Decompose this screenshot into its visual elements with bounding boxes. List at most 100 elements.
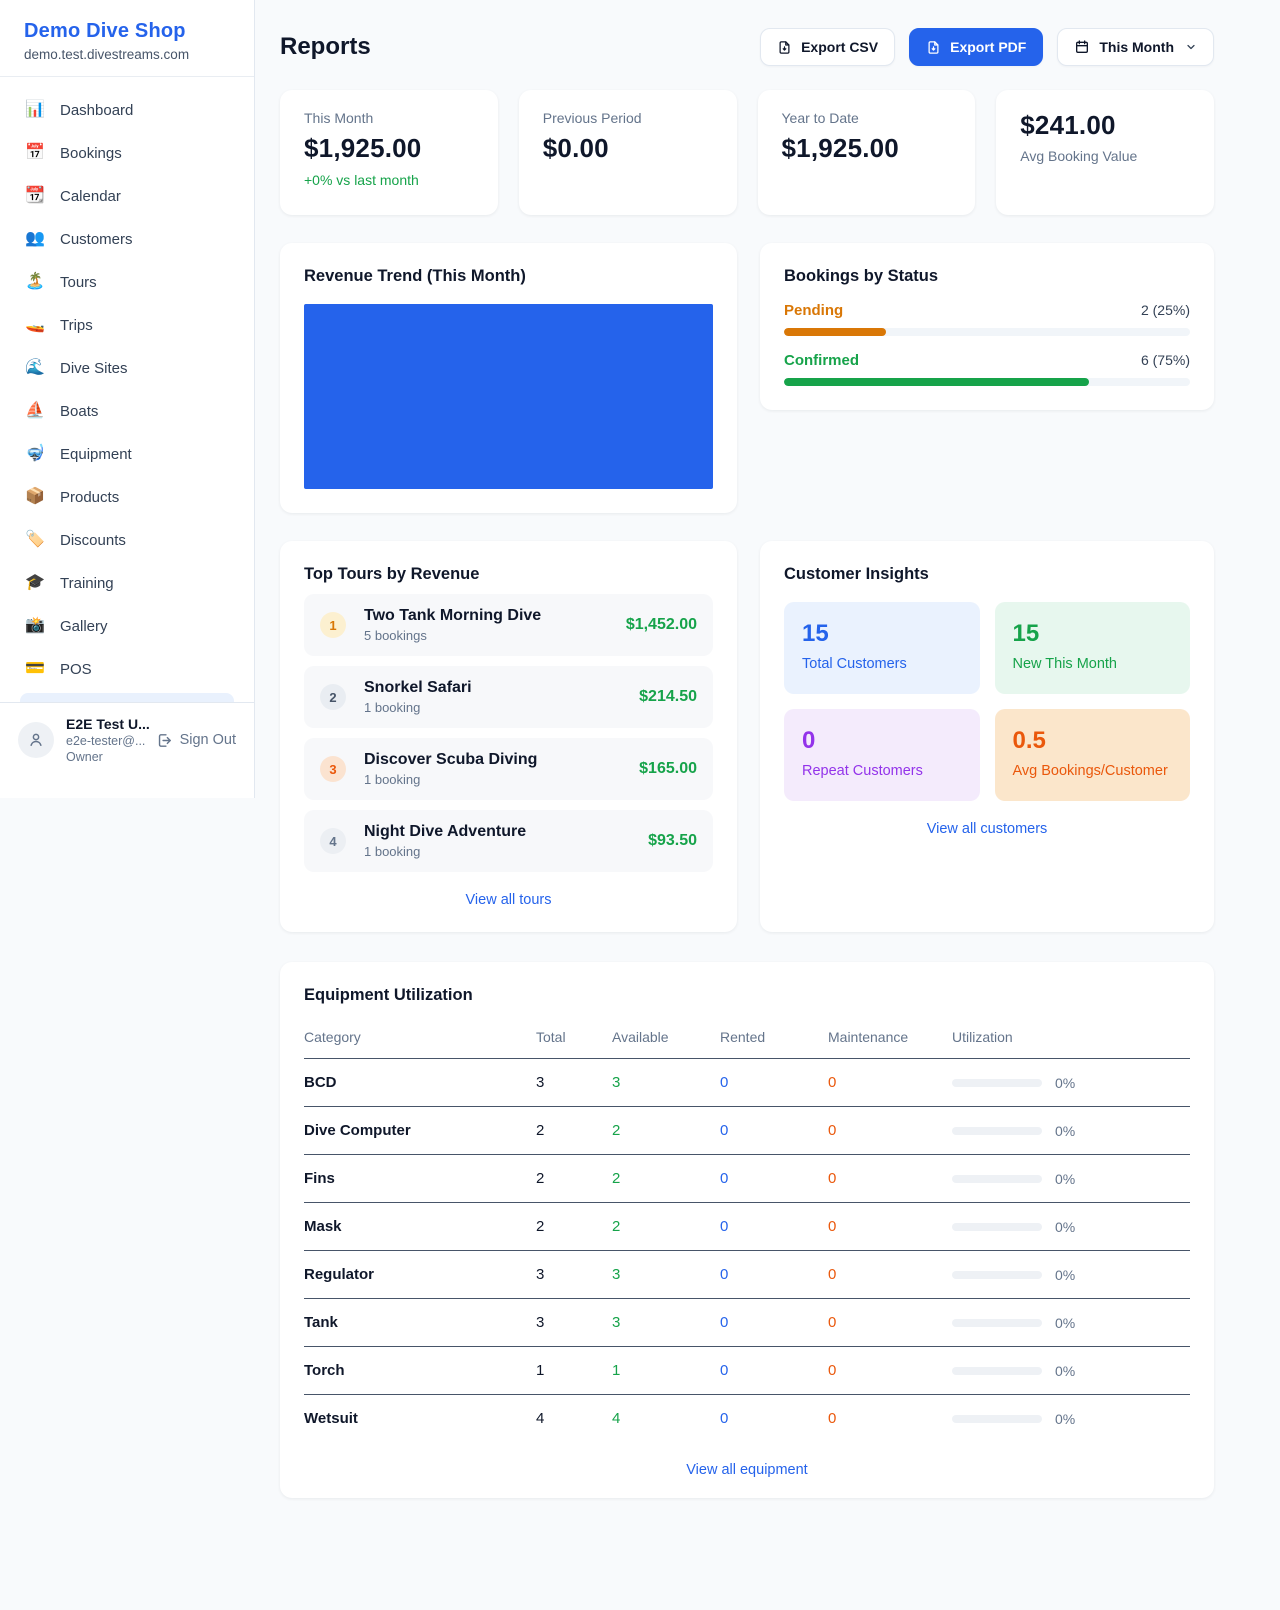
cell-category: BCD bbox=[304, 1074, 536, 1091]
user-section: E2E Test U... e2e-tester@... Owner Sign … bbox=[0, 702, 254, 782]
sidebar-nav: 📊Dashboard 📅Bookings 📆Calendar 👥 Customer… bbox=[0, 77, 254, 702]
sidebar-item-trips[interactable]: 🚤 Trips bbox=[12, 306, 242, 344]
top-tours-card: Top Tours by Revenue 1 Two Tank Morning … bbox=[280, 541, 737, 932]
stat-cards: This Month $1,925.00 +0% vs last month P… bbox=[280, 90, 1214, 215]
cell-total: 3 bbox=[536, 1074, 612, 1091]
cell-total: 2 bbox=[536, 1122, 612, 1139]
view-all-customers-link[interactable]: View all customers bbox=[784, 821, 1190, 837]
period-selector[interactable]: This Month bbox=[1057, 28, 1214, 66]
status-count-pending: 2 (25%) bbox=[1141, 302, 1190, 318]
tour-row: 2 Snorkel Safari 1 booking $214.50 bbox=[304, 666, 713, 728]
cell-category: Wetsuit bbox=[304, 1410, 536, 1427]
sidebar-item-label: Gallery bbox=[60, 618, 108, 635]
tile-new-this-month: 15 New This Month bbox=[995, 602, 1191, 694]
speedboat-icon: 🚤 bbox=[24, 315, 46, 335]
sidebar-item-label: Customers bbox=[60, 231, 133, 248]
bookings-by-status-title: Bookings by Status bbox=[784, 267, 1190, 286]
sidebar-item-dive-sites[interactable]: 🌊Dive Sites bbox=[12, 349, 242, 387]
utilization-percent: 0% bbox=[1055, 1123, 1075, 1139]
pending-bar-fill bbox=[784, 328, 886, 336]
sidebar-item-label: Equipment bbox=[60, 446, 132, 463]
sidebar-item-label: POS bbox=[60, 661, 92, 678]
cell-maintenance: 0 bbox=[828, 1410, 952, 1427]
cell-rented: 0 bbox=[720, 1314, 828, 1331]
cell-rented: 0 bbox=[720, 1170, 828, 1187]
sidebar-item-dashboard[interactable]: 📊Dashboard bbox=[12, 91, 242, 129]
sidebar-item-boats[interactable]: ⛵Boats bbox=[12, 392, 242, 430]
cell-utilization: 0% bbox=[952, 1267, 1190, 1283]
table-row: Torch 1 1 0 0 0% bbox=[304, 1347, 1190, 1395]
user-email: e2e-tester@... bbox=[66, 734, 156, 748]
cell-rented: 0 bbox=[720, 1122, 828, 1139]
export-pdf-button[interactable]: Export PDF bbox=[909, 28, 1043, 66]
sidebar-item-products[interactable]: 📦Products bbox=[12, 478, 242, 516]
cell-available: 3 bbox=[612, 1074, 720, 1091]
tile-avg-bookings-per-customer: 0.5 Avg Bookings/Customer bbox=[995, 709, 1191, 801]
view-all-equipment-link[interactable]: View all equipment bbox=[304, 1462, 1190, 1478]
sidebar-item-customers[interactable]: 👥 Customers bbox=[12, 220, 242, 258]
cell-total: 4 bbox=[536, 1410, 612, 1427]
tour-row: 3 Discover Scuba Diving 1 booking $165.0… bbox=[304, 738, 713, 800]
sidebar-item-discounts[interactable]: 🏷️Discounts bbox=[12, 521, 242, 559]
sidebar-item-reports-partial[interactable] bbox=[20, 693, 234, 702]
brand: Demo Dive Shop demo.test.divestreams.com bbox=[0, 0, 254, 77]
sidebar-item-label: Products bbox=[60, 489, 119, 506]
tour-amount: $214.50 bbox=[639, 688, 697, 706]
stat-value: $0.00 bbox=[543, 133, 713, 164]
cell-available: 2 bbox=[612, 1218, 720, 1235]
revenue-trend-chart bbox=[304, 304, 713, 489]
sidebar-item-gallery[interactable]: 📸 Gallery bbox=[12, 607, 242, 645]
cell-maintenance: 0 bbox=[828, 1218, 952, 1235]
utilization-bar-track bbox=[952, 1127, 1042, 1135]
sidebar-item-tours[interactable]: 🏝️Tours bbox=[12, 263, 242, 301]
camera-icon: 📸 bbox=[24, 616, 46, 636]
tile-label: Total Customers bbox=[802, 656, 962, 672]
user-role: Owner bbox=[66, 750, 156, 764]
cell-category: Mask bbox=[304, 1218, 536, 1235]
tour-amount: $1,452.00 bbox=[626, 616, 697, 634]
page-header: Reports Export CSV Export PDF This Month bbox=[280, 28, 1214, 66]
sidebar-item-label: Tours bbox=[60, 274, 97, 291]
stat-value: $1,925.00 bbox=[782, 133, 952, 164]
tour-bookings: 1 booking bbox=[364, 844, 648, 859]
tour-meta: Two Tank Morning Dive 5 bookings bbox=[364, 607, 626, 643]
cell-maintenance: 0 bbox=[828, 1122, 952, 1139]
sign-out-button[interactable]: Sign Out bbox=[156, 732, 236, 749]
customer-insights-title: Customer Insights bbox=[784, 565, 1190, 584]
tile-value: 15 bbox=[1013, 620, 1173, 648]
credit-card-icon: 💳 bbox=[24, 659, 46, 679]
cell-utilization: 0% bbox=[952, 1411, 1190, 1427]
tour-name: Snorkel Safari bbox=[364, 679, 639, 697]
sidebar-item-label: Dive Sites bbox=[60, 360, 128, 377]
view-all-tours-link[interactable]: View all tours bbox=[304, 892, 713, 908]
file-export-icon bbox=[926, 40, 941, 55]
sign-out-icon bbox=[156, 732, 173, 749]
tile-label: Avg Bookings/Customer bbox=[1013, 763, 1173, 779]
sidebar-item-label: Calendar bbox=[60, 188, 121, 205]
utilization-percent: 0% bbox=[1055, 1363, 1075, 1379]
export-csv-button[interactable]: Export CSV bbox=[760, 28, 895, 66]
top-tours-title: Top Tours by Revenue bbox=[304, 565, 713, 584]
cell-utilization: 0% bbox=[952, 1315, 1190, 1331]
customers-icon: 👥 bbox=[24, 229, 46, 249]
rank-badge: 4 bbox=[320, 828, 346, 854]
revenue-trend-title: Revenue Trend (This Month) bbox=[304, 267, 713, 286]
tile-value: 0 bbox=[802, 727, 962, 755]
status-row-confirmed: Confirmed 6 (75%) bbox=[784, 352, 1190, 369]
sidebar-item-bookings[interactable]: 📅Bookings bbox=[12, 134, 242, 172]
cell-category: Dive Computer bbox=[304, 1122, 536, 1139]
cell-maintenance: 0 bbox=[828, 1314, 952, 1331]
tour-meta: Snorkel Safari 1 booking bbox=[364, 679, 639, 715]
sidebar-item-calendar[interactable]: 📆Calendar bbox=[12, 177, 242, 215]
sidebar-item-label: Trips bbox=[60, 317, 93, 334]
stat-value: $241.00 bbox=[1020, 110, 1190, 141]
export-csv-label: Export CSV bbox=[801, 39, 878, 55]
cell-category: Tank bbox=[304, 1314, 536, 1331]
sidebar-item-pos[interactable]: 💳 POS bbox=[12, 650, 242, 688]
stat-label: Avg Booking Value bbox=[1020, 148, 1190, 164]
sidebar-item-training[interactable]: 🎓 Training bbox=[12, 564, 242, 602]
table-row: Tank 3 3 0 0 0% bbox=[304, 1299, 1190, 1347]
sidebar-item-label: Training bbox=[60, 575, 114, 592]
graduation-cap-icon: 🎓 bbox=[24, 573, 46, 593]
sidebar-item-equipment[interactable]: 🤿Equipment bbox=[12, 435, 242, 473]
